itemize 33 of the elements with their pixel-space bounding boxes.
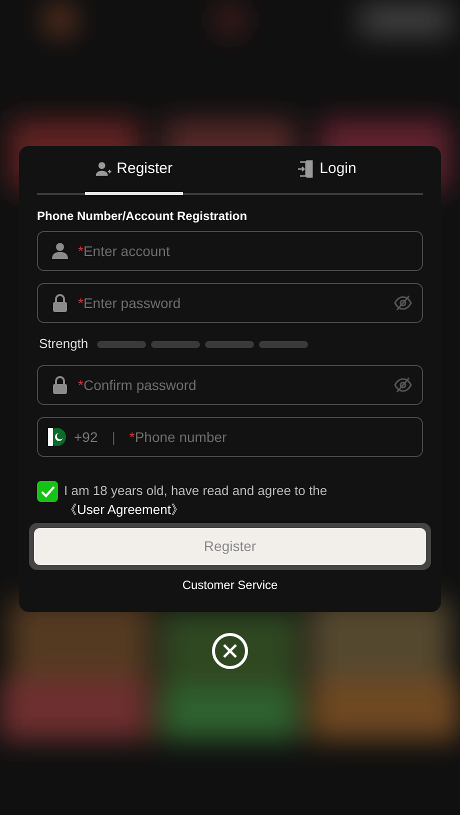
hidden-eye-icon[interactable] [394, 295, 412, 311]
user-icon [51, 242, 69, 260]
close-icon [223, 644, 237, 658]
user-agreement-link[interactable]: 《User Agreement》 [64, 502, 184, 517]
password-field[interactable]: *Enter password [37, 283, 423, 323]
strength-label: Strength [39, 335, 88, 354]
check-icon [40, 486, 54, 498]
required-mark: * [78, 376, 84, 394]
customer-service-link[interactable]: Customer Service [182, 576, 278, 594]
flag-icon [48, 428, 66, 446]
door-icon [296, 160, 315, 178]
close-button[interactable] [212, 633, 248, 669]
add-user-icon [94, 160, 112, 178]
account-input[interactable]: Enter account [83, 240, 412, 262]
agreement-text: I am 18 years old, have read and agree to the 《User Agreement》 [64, 482, 328, 519]
section-title: Phone Number/Account Registration [37, 208, 248, 225]
account-field[interactable]: *Enter account [37, 231, 423, 271]
required-mark: * [78, 242, 84, 260]
separator: | [112, 428, 116, 447]
password-field[interactable]: *Confirm password [37, 365, 423, 405]
phone-field[interactable]: +92 | *Phone number [37, 417, 423, 457]
agree-checkbox[interactable] [37, 481, 58, 502]
lock-icon [52, 293, 68, 313]
hidden-eye-icon[interactable] [394, 377, 412, 393]
required-mark: * [78, 294, 84, 312]
country-code[interactable]: +92 [74, 426, 98, 448]
required-mark: * [129, 428, 135, 446]
lock-icon [52, 375, 68, 395]
password-input[interactable]: Confirm password [83, 374, 388, 396]
phone-input[interactable]: Phone number [134, 426, 412, 448]
tab[interactable]: Login [286, 146, 366, 195]
password-input[interactable]: Enter password [83, 292, 388, 314]
tab[interactable]: Register [84, 146, 182, 195]
